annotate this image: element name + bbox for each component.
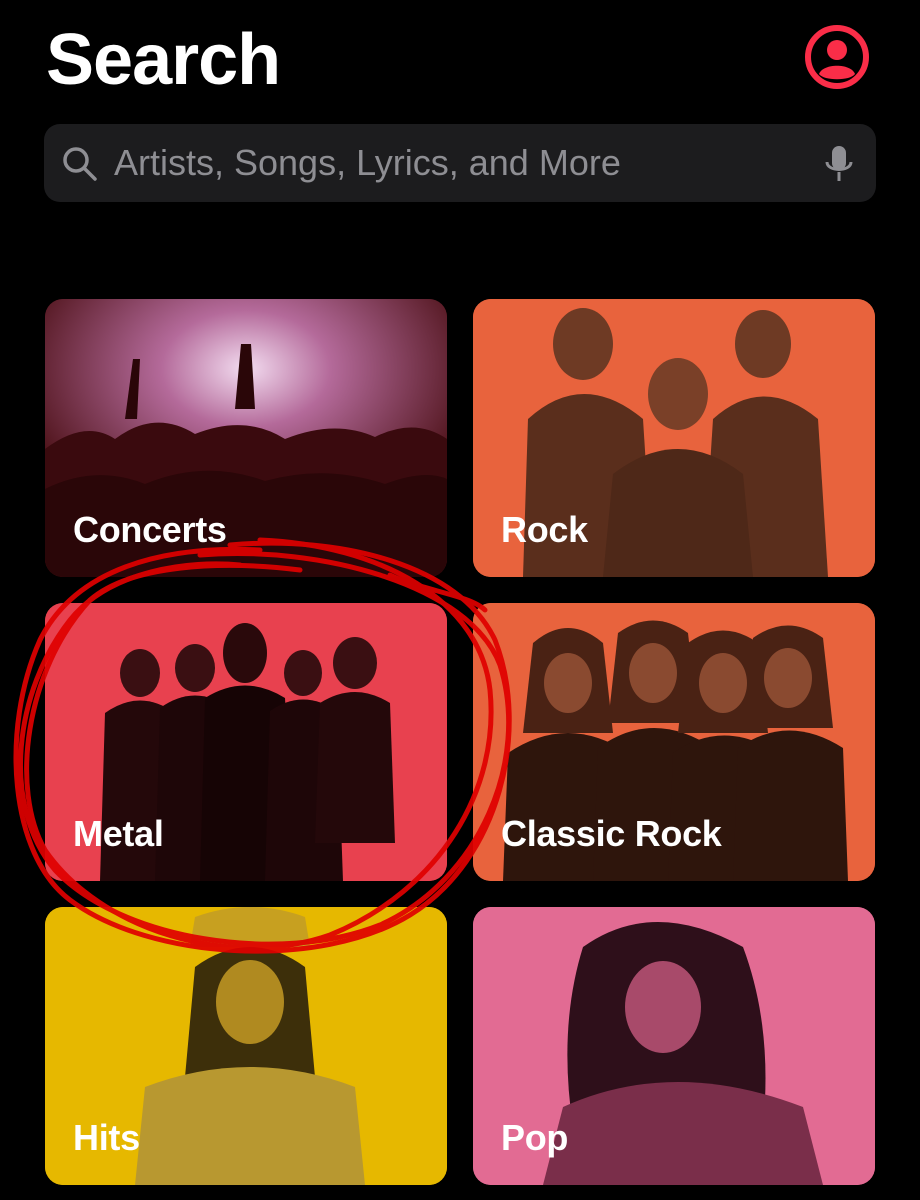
profile-icon[interactable]: [804, 24, 870, 90]
microphone-icon[interactable]: [824, 144, 854, 184]
category-label: Pop: [501, 1117, 569, 1158]
category-tile-pop[interactable]: Pop: [473, 907, 875, 1185]
category-tile-classic-rock[interactable]: Classic Rock: [473, 603, 875, 881]
category-label: Concerts: [73, 509, 227, 550]
category-tile-hits[interactable]: Hits: [45, 907, 447, 1185]
category-label: Metal: [73, 813, 164, 854]
search-bar[interactable]: [44, 124, 876, 202]
category-tile-concerts[interactable]: Concerts: [45, 299, 447, 577]
category-label: Hits: [73, 1117, 140, 1158]
category-label: Classic Rock: [501, 813, 722, 854]
page-title: Search: [46, 20, 281, 100]
search-input[interactable]: [114, 124, 794, 202]
category-tile-metal[interactable]: Metal: [45, 603, 447, 881]
category-tile-rock[interactable]: Rock: [473, 299, 875, 577]
search-icon: [63, 147, 97, 181]
category-label: Rock: [501, 509, 588, 550]
